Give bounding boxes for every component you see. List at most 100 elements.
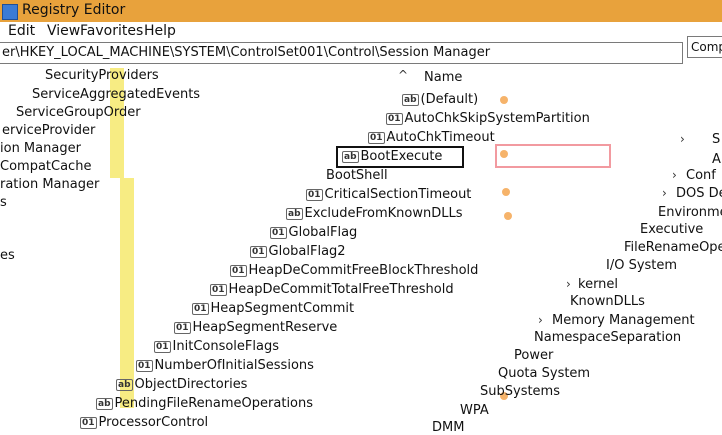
right-tree-wpa[interactable]: WPA [460,403,489,418]
value-boot-shell[interactable]: BootShell [326,168,388,183]
menu-view[interactable]: View [47,23,80,39]
value-label: PendingFileRenameOperations [114,396,314,411]
binary-value-icon: 01 [368,132,385,144]
value-global-flag2[interactable]: 01 GlobalFlag2 [250,244,346,259]
value-label: BootShell [326,168,388,183]
chevron-icon[interactable]: › [672,168,677,182]
right-tree-known-dlls[interactable]: KnownDLLs [570,294,645,309]
tree-item-service-provider[interactable]: erviceProvider [2,123,95,138]
value-label: HeapDeCommitTotalFreeThreshold [228,282,454,297]
value-processor-control[interactable]: 01 ProcessorControl [80,415,208,430]
tree-item-service-group-order[interactable]: ServiceGroupOrder [16,105,141,120]
right-tree-conf[interactable]: Conf [686,168,716,183]
tree-item-session-manager[interactable]: ion Manager [0,141,81,156]
right-tree-dos-devices[interactable]: DOS De [676,186,722,201]
menu-help[interactable]: Help [144,23,176,39]
string-value-icon: ab [96,398,113,410]
value-heap-decommit-total-free[interactable]: 01 HeapDeCommitTotalFreeThreshold [210,282,454,297]
title-bar: Registry Editor [0,0,722,22]
tree-item-configuration-manager[interactable]: ration Manager [0,177,99,192]
value-exclude-from-known-dlls[interactable]: ab ExcludeFromKnownDLLs [286,206,463,221]
binary-value-icon: 01 [230,265,247,277]
right-tree-a[interactable]: A [712,152,721,167]
binary-value-icon: 01 [210,284,227,296]
right-tree-namespace-separation[interactable]: NamespaceSeparation [534,330,681,345]
chevron-icon[interactable]: › [680,132,685,146]
right-tree-environment[interactable]: Environment [658,205,722,220]
value-type-dot [504,212,512,220]
right-tree-quota-system[interactable]: Quota System [498,366,590,381]
tree-item-fragment-es[interactable]: es [0,248,15,263]
value-pending-file-rename-ops[interactable]: ab PendingFileRenameOperations [96,396,313,411]
tree-item-security-providers[interactable]: SecurityProviders [45,68,159,83]
value-critical-section-timeout[interactable]: 01 CriticalSectionTimeout [306,187,471,202]
tree-guide-stripe [110,68,124,178]
value-heap-segment-reserve[interactable]: 01 HeapSegmentReserve [174,320,337,335]
value-label: NumberOfInitialSessions [154,358,314,373]
value-autochk-timeout[interactable]: 01 AutoChkTimeout [368,130,495,145]
tree-item-service-aggregated-events[interactable]: ServiceAggregatedEvents [32,87,200,102]
value-heap-decommit-free-block[interactable]: 01 HeapDeCommitFreeBlockThreshold [230,263,478,278]
value-label: ObjectDirectories [134,377,248,392]
binary-value-icon: 01 [154,341,171,353]
right-tree-subsystems[interactable]: SubSystems [480,384,560,399]
string-value-icon: ab [116,379,133,391]
menu-favorites[interactable]: Favorites [80,23,143,39]
right-tree-memory-management[interactable]: Memory Management [552,313,695,328]
right-tree-io-system[interactable]: I/O System [606,258,677,273]
window-title: Registry Editor [22,2,126,18]
registry-editor-app-icon [2,4,18,20]
chevron-up-icon[interactable]: ^ [398,68,408,82]
value-label: HeapSegmentReserve [192,320,338,335]
value-label: BootExecute [360,149,443,164]
binary-value-icon: 01 [306,189,323,201]
binary-value-icon: 01 [250,246,267,258]
right-tree-kernel[interactable]: kernel [578,277,618,292]
binary-value-icon: 01 [80,417,97,429]
value-object-directories[interactable]: ab ObjectDirectories [116,377,247,392]
address-bar[interactable]: er\HKEY_LOCAL_MACHINE\SYSTEM\ControlSet0… [0,42,683,64]
menu-bar: Edit View Favorites Help [0,22,722,42]
value-type-dot [500,96,508,104]
value-type-dot [500,150,508,158]
right-tree-file-rename-operations[interactable]: FileRenameOpera [624,240,722,255]
string-value-icon: ab [342,151,359,163]
chevron-icon[interactable]: › [662,186,667,200]
value-heap-segment-commit[interactable]: 01 HeapSegmentCommit [192,301,354,316]
value-label: (Default) [420,92,479,107]
value-label: GlobalFlag2 [268,244,346,259]
right-tree-s[interactable]: S [712,132,720,147]
value-label: GlobalFlag [288,225,358,240]
value-type-dot [502,188,510,196]
binary-value-icon: 01 [192,303,209,315]
right-tree-power[interactable]: Power [514,348,553,363]
value-label: AutoChkTimeout [386,130,495,145]
value-global-flag[interactable]: 01 GlobalFlag [270,225,357,240]
tree-item-compat-cache[interactable]: CompatCache [0,159,91,174]
tree-item-fragment-s[interactable]: s [0,195,7,210]
chevron-icon[interactable]: › [538,313,543,327]
value-default[interactable]: ab (Default) [402,92,478,107]
string-value-icon: ab [402,94,419,106]
value-label: HeapSegmentCommit [210,301,355,316]
binary-value-icon: 01 [270,227,287,239]
value-boot-execute[interactable]: ab BootExecute [342,149,442,164]
value-label: InitConsoleFlags [172,339,280,354]
value-init-console-flags[interactable]: 01 InitConsoleFlags [154,339,279,354]
value-autochk-skip[interactable]: 01 AutoChkSkipSystemPartition [386,111,590,126]
value-label: CriticalSectionTimeout [324,187,472,202]
right-address-fragment[interactable]: Compu [687,36,722,58]
right-tree-executive[interactable]: Executive [640,222,703,237]
binary-value-icon: 01 [174,322,191,334]
right-address-text: Compu [691,40,722,54]
column-header-name[interactable]: Name [424,70,462,85]
address-path: er\HKEY_LOCAL_MACHINE\SYSTEM\ControlSet0… [2,45,491,60]
binary-value-icon: 01 [136,360,153,372]
value-label: ProcessorControl [98,415,209,430]
chevron-icon[interactable]: › [566,277,571,291]
menu-edit[interactable]: Edit [8,23,35,39]
value-label: HeapDeCommitFreeBlockThreshold [248,263,479,278]
binary-value-icon: 01 [386,113,403,125]
value-number-of-initial-sessions[interactable]: 01 NumberOfInitialSessions [136,358,314,373]
value-data-highlight [495,144,611,168]
